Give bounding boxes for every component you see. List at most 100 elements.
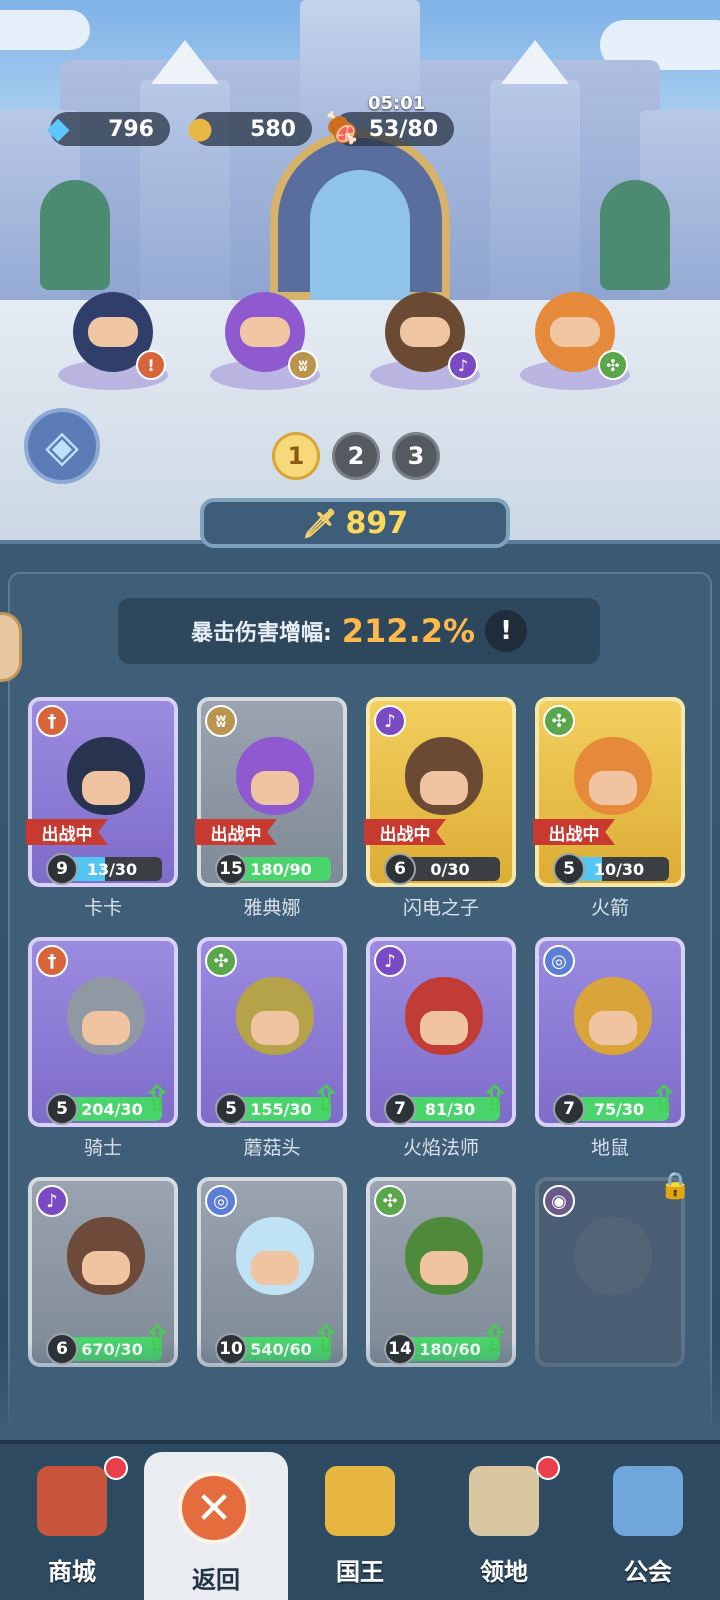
upgrade-arrow-icon: ⇧ (311, 1079, 342, 1120)
hero-face (550, 317, 600, 347)
hero-card[interactable]: ✣ 出战中 5 10/30 (533, 697, 685, 887)
hero-name: 卡卡 (83, 897, 122, 919)
nav-label: 国王 (336, 1558, 384, 1586)
nav-label: 领地 (480, 1558, 528, 1586)
hero-face (88, 317, 138, 347)
staff-class-icon: ♪ (374, 945, 406, 977)
castle-icon (469, 1466, 539, 1536)
hero-card[interactable]: ✣14180/60⇧ (366, 1177, 516, 1367)
shop-icon (37, 1466, 107, 1536)
hero-face (251, 771, 299, 805)
squad-hero[interactable]: ♪ (360, 262, 480, 392)
notification-dot (536, 1456, 560, 1480)
squad-page-2-button[interactable]: 2 (332, 432, 380, 480)
hero-card[interactable]: ◎ 7 75/30 ⇧ (535, 937, 685, 1127)
info-button[interactable]: ! (485, 610, 528, 652)
team-power-value: 897 (345, 505, 409, 541)
team-power-banner: 🗡 897 (200, 498, 510, 548)
hero-level: 7 (384, 1093, 416, 1125)
hero-name: 蘑菇头 (243, 1137, 301, 1159)
hero-face (589, 771, 637, 805)
nav-item[interactable]: 商城 (0, 1444, 144, 1600)
skill-rune-icon: ◈ (45, 420, 79, 472)
deployed-tag: 出战中 (26, 819, 108, 845)
nav-item[interactable]: 公会 (576, 1444, 720, 1600)
hero-face (82, 1011, 130, 1045)
deployed-tag: 出战中 (533, 819, 615, 845)
side-pet-tab[interactable] (0, 612, 22, 682)
upgrade-arrow-icon: ⇧ (649, 1079, 680, 1120)
gold-value: 580 (250, 117, 296, 142)
hero-face (251, 1011, 299, 1045)
hero-card[interactable]: ◉ 🔒 (535, 1171, 691, 1367)
staff-class-icon: ♪ (36, 1185, 68, 1217)
nav-label: 商城 (48, 1558, 96, 1586)
target-class-icon: ✣ (543, 705, 575, 737)
deployed-tag: 出战中 (195, 819, 277, 845)
hero-face (240, 317, 290, 347)
crown-icon (325, 1466, 395, 1536)
hero-name: 火焰法师 (402, 1137, 479, 1159)
sword-class-icon: † (36, 705, 68, 737)
target-class-icon: ✣ (598, 350, 628, 380)
diamond-icon: ◆ (46, 110, 70, 146)
sword-class-icon: † (36, 945, 68, 977)
hero-name: 地鼠 (590, 1137, 629, 1159)
squad-hero[interactable]: ʬ (200, 262, 320, 392)
swirl-class-icon: ◎ (205, 1185, 237, 1217)
hero-face (251, 1251, 299, 1285)
nav-label: 公会 (624, 1558, 672, 1586)
squad-hero[interactable]: ! (48, 262, 168, 392)
stamina-counter[interactable]: 🍖 53/80 (323, 111, 454, 146)
hero-level: 9 (46, 853, 78, 885)
hero-card[interactable]: ♪ 出战中 6 0/30 (364, 697, 516, 887)
gold-counter[interactable]: ● 580 (187, 111, 312, 146)
planet-icon (613, 1466, 683, 1536)
hero-level: 10 (215, 1333, 247, 1365)
hero-portrait (574, 1217, 652, 1295)
hero-card[interactable]: † 出战中 9 13/30 (26, 697, 178, 887)
hero-card[interactable]: ♪6670/30⇧ (28, 1177, 178, 1367)
nav-item[interactable]: ✕ 返回 (144, 1452, 288, 1600)
exclaim-class-icon: ! (136, 350, 166, 380)
crit-damage-stat: 暴击伤害增幅: 212.2% ! (118, 598, 600, 664)
crit-label: 暴击伤害增幅: (190, 621, 332, 646)
hero-level: 15 (215, 853, 247, 885)
hero-name: 骑士 (83, 1137, 122, 1159)
hero-face (589, 1011, 637, 1045)
nav-item[interactable]: 领地 (432, 1444, 576, 1600)
hero-face (400, 317, 450, 347)
upgrade-arrow-icon: ⇧ (480, 1079, 511, 1120)
hero-card[interactable]: ʬ 出战中 15 180/90 (195, 697, 347, 887)
staff-class-icon: ♪ (448, 350, 478, 380)
nav-item[interactable]: 国王 (288, 1444, 432, 1600)
squad-hero[interactable]: ✣ (510, 262, 630, 392)
bottom-nav: 商城 ✕ 返回 国王 领地 公会 (0, 1440, 720, 1600)
hero-card[interactable]: ✣ 5 155/30 ⇧ (197, 937, 347, 1127)
target-class-icon: ✣ (205, 945, 237, 977)
hero-face (82, 771, 130, 805)
hero-card[interactable]: † 5 204/30 ⇧ (28, 937, 178, 1127)
skill-button[interactable]: ◈ (24, 408, 100, 484)
squad-page-3-button[interactable]: 3 (392, 432, 440, 480)
close-icon: ✕ (178, 1472, 250, 1544)
hero-card[interactable]: ♪ 7 81/30 ⇧ (366, 937, 516, 1127)
wing-class-icon: ʬ (288, 350, 318, 380)
hero-level: 6 (384, 853, 416, 885)
stamina-timer: 05:01 (368, 93, 426, 114)
staff-class-icon: ♪ (374, 705, 406, 737)
gems-counter[interactable]: ◆ 796 (46, 111, 170, 146)
hero-level: 7 (553, 1093, 585, 1125)
hero-face (420, 1251, 468, 1285)
deployed-tag: 出战中 (364, 819, 446, 845)
crit-value: 212.2% (341, 612, 476, 650)
hero-level: 5 (553, 853, 585, 885)
hero-card[interactable]: ◎10540/60⇧ (197, 1177, 347, 1367)
hero-level: 5 (215, 1093, 247, 1125)
gold-coin-icon: ● (186, 110, 214, 146)
lock-icon: 🔒 (659, 1171, 692, 1201)
squad-page-1-button[interactable]: 1 (272, 432, 320, 480)
list-fade (0, 1340, 720, 1440)
gems-value: 796 (108, 117, 154, 142)
hero-face (420, 771, 468, 805)
